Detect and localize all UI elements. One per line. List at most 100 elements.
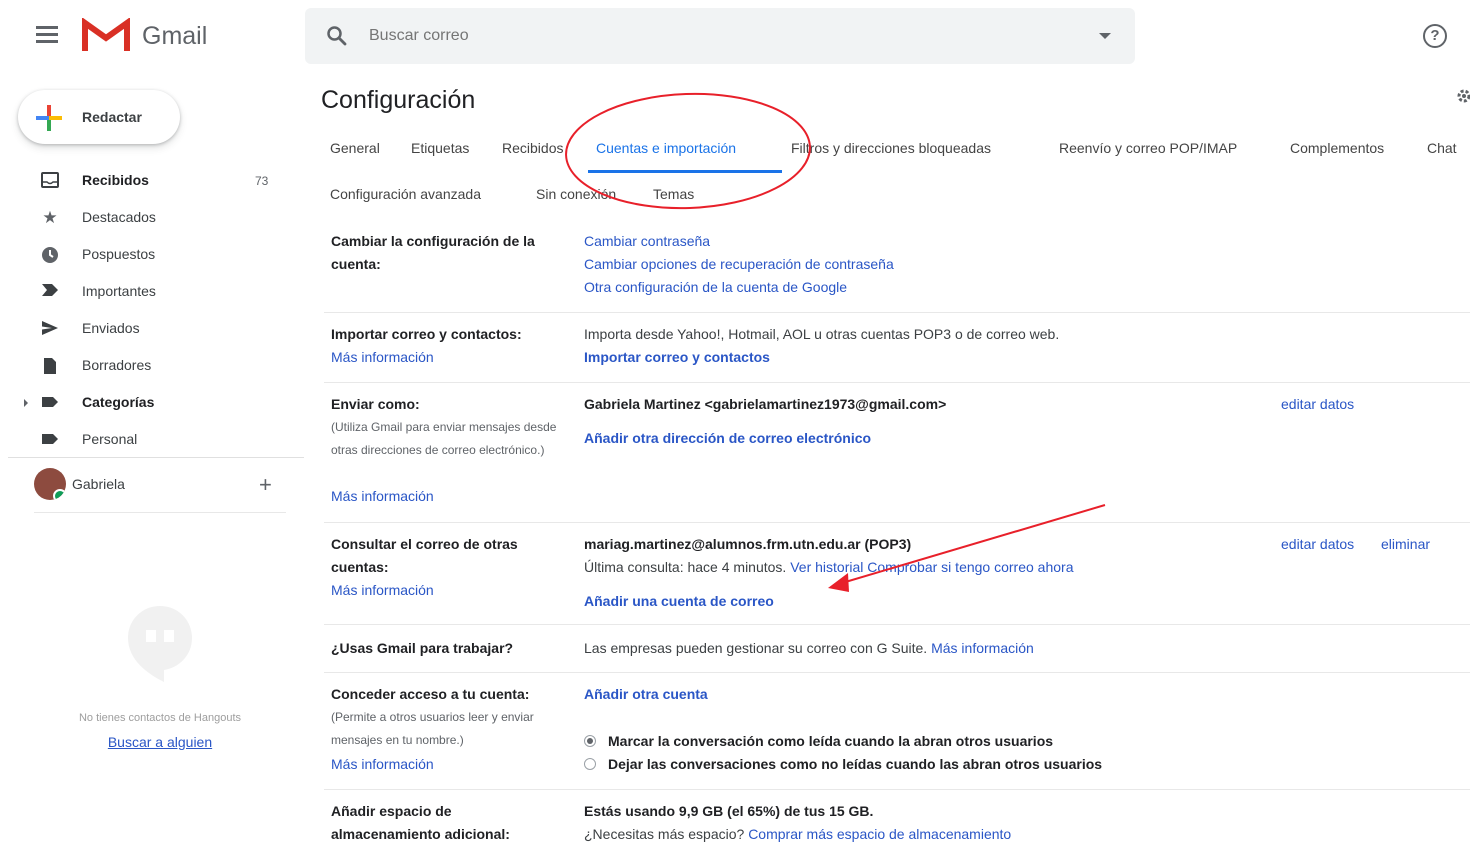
expand-arrow-icon[interactable] — [24, 399, 28, 407]
edit-info-link[interactable]: editar datos — [1281, 533, 1354, 556]
tab-offline[interactable]: Sin conexión — [536, 186, 616, 202]
row-label: Consultar el correo de otras cuentas: — [331, 536, 518, 575]
import-mail-contacts-link[interactable]: Importar correo y contactos — [584, 346, 770, 369]
tab-labels[interactable]: Etiquetas — [411, 140, 469, 156]
tab-chat[interactable]: Chat — [1427, 140, 1457, 156]
import-description: Importa desde Yahoo!, Hotmail, AOL u otr… — [584, 326, 1060, 342]
more-info-link[interactable]: Más información — [331, 753, 434, 776]
pop3-account: mariag.martinez@alumnos.frm.utn.edu.ar (… — [584, 536, 912, 552]
hangouts-user-name[interactable]: Gabriela — [72, 476, 125, 492]
row-label: Cambiar la configuración de la cuenta: — [331, 233, 535, 272]
label-icon — [40, 431, 60, 449]
add-contact-icon[interactable]: + — [259, 472, 272, 498]
star-icon: ★ — [42, 208, 58, 227]
radio-leave-unread[interactable] — [584, 758, 596, 770]
settings-row-grant-access: Conceder acceso a tu cuenta: (Permite a … — [324, 672, 1470, 789]
check-now-link[interactable]: Comprobar si tengo correo ahora — [867, 559, 1073, 575]
mark-read-option[interactable]: Marcar la conversación como leída cuando… — [584, 730, 1053, 753]
sidebar-item-label: Borradores — [82, 357, 152, 373]
sidebar-item-drafts[interactable]: Borradores — [0, 348, 300, 385]
send-as-address: Gabriela Martinez <gabrielamartinez1973@… — [584, 396, 947, 412]
active-tab-indicator — [588, 170, 782, 173]
sidebar-item-sent[interactable]: Enviados — [0, 311, 300, 348]
search-icon[interactable] — [325, 24, 349, 48]
tab-advanced[interactable]: Configuración avanzada — [330, 186, 481, 202]
settings-row-check-mail: Consultar el correo de otras cuentas: Má… — [324, 522, 1470, 624]
search-options-icon[interactable] — [1099, 33, 1111, 39]
gsuite-description: Las empresas pueden gestionar su correo … — [584, 640, 928, 656]
sidebar-item-personal[interactable]: Personal — [0, 422, 300, 459]
page-title: Configuración — [321, 86, 476, 114]
find-someone-link[interactable]: Buscar a alguien — [40, 734, 280, 750]
gear-icon[interactable] — [1456, 88, 1470, 104]
sidebar-item-important[interactable]: Importantes — [0, 274, 300, 311]
gsuite-line: Las empresas pueden gestionar su correo … — [584, 637, 1034, 660]
change-password-link[interactable]: Cambiar contraseña — [584, 230, 710, 253]
hangouts-user[interactable]: Gabriela + — [34, 466, 284, 506]
avatar[interactable] — [34, 468, 66, 500]
option-label: Dejar las conversaciones como no leídas … — [608, 756, 1103, 772]
label-icon — [40, 394, 60, 412]
unread-count: 73 — [255, 174, 269, 188]
tab-accounts-import[interactable]: Cuentas e importación — [596, 140, 736, 156]
leave-unread-option[interactable]: Dejar las conversaciones como no leídas … — [584, 753, 1102, 776]
sidebar-item-starred[interactable]: ★ Destacados — [0, 200, 300, 237]
tab-filters[interactable]: Filtros y direcciones bloqueadas — [791, 140, 991, 156]
tab-inbox[interactable]: Recibidos — [502, 140, 563, 156]
edit-info-link[interactable]: editar datos — [1281, 393, 1354, 416]
important-icon — [40, 283, 60, 301]
inbox-icon — [40, 172, 60, 190]
row-label: Añadir espacio de almacenamiento adicion… — [331, 803, 510, 842]
settings-row-work: ¿Usas Gmail para trabajar? Las empresas … — [324, 624, 1470, 672]
sidebar-item-label: Importantes — [82, 283, 156, 299]
buy-storage-link[interactable]: Comprar más espacio de almacenamiento — [748, 826, 1011, 842]
search-bar — [305, 8, 1135, 64]
more-info-link[interactable]: Más información — [931, 640, 1034, 656]
tab-themes[interactable]: Temas — [653, 186, 694, 202]
google-account-link[interactable]: Otra configuración de la cuenta de Googl… — [584, 276, 847, 299]
settings-row-account: Cambiar la configuración de la cuenta: C… — [324, 222, 1470, 312]
hangouts-divider — [34, 512, 286, 513]
view-history-link[interactable]: Ver historial — [790, 559, 863, 575]
delete-link[interactable]: eliminar — [1381, 533, 1430, 556]
settings-row-storage: Añadir espacio de almacenamiento adicion… — [324, 789, 1470, 849]
main-menu-icon[interactable] — [36, 26, 62, 46]
help-icon[interactable]: ? — [1423, 24, 1447, 48]
storage-usage: Estás usando 9,9 GB (el 65%) de tus 15 G… — [584, 803, 874, 819]
clock-icon — [40, 246, 60, 264]
gmail-logo-icon[interactable] — [82, 18, 130, 54]
row-label-text: Enviar como: — [331, 396, 420, 412]
radio-mark-read[interactable] — [584, 735, 596, 747]
sidebar-item-label: Pospuestos — [82, 246, 156, 262]
sidebar-item-categories[interactable]: Categorías — [0, 385, 300, 422]
send-icon — [40, 320, 60, 338]
row-label: Enviar como: (Utiliza Gmail para enviar … — [331, 393, 571, 462]
more-info-link[interactable]: Más información — [331, 346, 434, 369]
last-check-line: Última consulta: hace 4 minutos. Ver his… — [584, 556, 1074, 579]
sidebar-item-label: Enviados — [82, 320, 140, 336]
sidebar-item-snoozed[interactable]: Pospuestos — [0, 237, 300, 274]
more-info-link[interactable]: Más información — [331, 579, 434, 602]
add-email-address-link[interactable]: Añadir otra dirección de correo electrón… — [584, 427, 871, 450]
add-another-account-link[interactable]: Añadir otra cuenta — [584, 683, 708, 706]
plus-icon — [36, 105, 62, 131]
sidebar-item-inbox[interactable]: Recibidos 73 — [0, 163, 300, 200]
draft-icon — [40, 357, 60, 375]
row-note: (Utiliza Gmail para enviar mensajes desd… — [331, 420, 557, 457]
row-note: (Permite a otros usuarios leer y enviar … — [331, 710, 534, 747]
hangouts-empty-text: No tienes contactos de Hangouts — [78, 712, 242, 724]
add-mail-account-link[interactable]: Añadir una cuenta de correo — [584, 590, 774, 613]
settings-row-send-as: Enviar como: (Utiliza Gmail para enviar … — [324, 382, 1470, 522]
tab-addons[interactable]: Complementos — [1290, 140, 1384, 156]
sidebar-divider — [8, 457, 304, 458]
more-info-link[interactable]: Más información — [331, 485, 434, 508]
sidebar-item-label: Destacados — [82, 209, 156, 225]
tab-general[interactable]: General — [330, 140, 380, 156]
top-bar: Gmail ? — [0, 0, 1470, 72]
search-input[interactable] — [369, 18, 1069, 54]
last-check-text: Última consulta: hace 4 minutos. — [584, 559, 787, 575]
gmail-wordmark: Gmail — [142, 22, 208, 50]
tab-forwarding[interactable]: Reenvío y correo POP/IMAP — [1059, 140, 1237, 156]
compose-button[interactable]: Redactar — [18, 90, 180, 144]
recovery-options-link[interactable]: Cambiar opciones de recuperación de cont… — [584, 253, 894, 276]
